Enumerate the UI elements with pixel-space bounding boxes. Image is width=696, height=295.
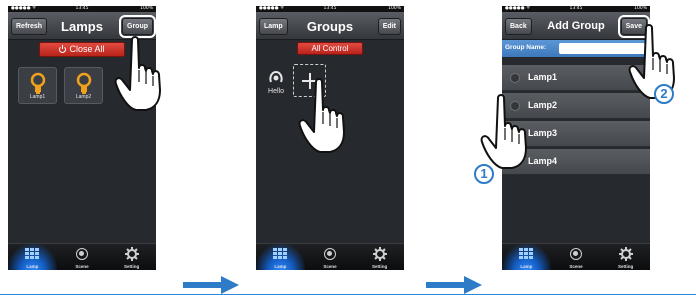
tab-label: Setting (123, 264, 140, 269)
close-all-label: Close All (69, 44, 105, 54)
group-button[interactable]: Group (119, 15, 156, 38)
nav-bar: Lamp Groups Edit (256, 12, 404, 40)
gear-icon (125, 247, 139, 261)
lamp-row-label: Lamp1 (528, 72, 558, 82)
tab-bar: Lamp Scene Setting (256, 243, 404, 270)
power-icon (59, 44, 67, 53)
gear-icon (373, 247, 387, 261)
tab-lamp[interactable]: Lamp (8, 244, 57, 270)
hand-pointer-icon (112, 34, 184, 114)
tab-label: Scene (323, 264, 337, 269)
scene-icon (75, 248, 88, 260)
tab-label: Lamp (274, 264, 287, 269)
grid-icon (273, 248, 288, 260)
lamp-tile[interactable]: Lamp1 (18, 67, 57, 104)
grid-icon (25, 248, 40, 260)
tab-label: Setting (617, 264, 634, 269)
tab-scene[interactable]: Scene (552, 244, 601, 270)
gear-icon (619, 247, 633, 261)
tab-label: Scene (75, 264, 89, 269)
group-tile[interactable]: Hello (260, 66, 292, 98)
scene-icon (323, 248, 336, 260)
grid-icon (519, 248, 534, 260)
tab-lamp[interactable]: Lamp (502, 244, 551, 270)
tab-setting[interactable]: Setting (355, 244, 404, 270)
tab-bar: Lamp Scene Setting (502, 243, 650, 270)
hand-pointer-icon (296, 76, 368, 156)
group-name-label: Group Name: (505, 44, 547, 51)
edit-button[interactable]: Edit (377, 18, 401, 35)
tab-bar: Lamp Scene Setting (8, 243, 156, 270)
group-icon (269, 71, 283, 83)
step-2-badge: 2 (654, 84, 674, 104)
scene-icon (569, 248, 582, 260)
bulb-icon (75, 72, 93, 96)
lamp-tile-label: Lamp1 (29, 94, 46, 100)
arrow-right-icon (183, 276, 239, 294)
tab-scene[interactable]: Scene (306, 244, 355, 270)
tab-setting[interactable]: Setting (107, 244, 156, 270)
arrow-right-icon (426, 276, 482, 294)
all-control-button[interactable]: All Control (297, 42, 363, 55)
select-radio[interactable] (510, 73, 520, 83)
lamp-tile-label: Lamp2 (75, 94, 92, 100)
group-tile-label: Hello (268, 88, 284, 95)
tab-scene[interactable]: Scene (58, 244, 107, 270)
step-1-badge: 1 (474, 164, 494, 184)
tab-label: Setting (371, 264, 388, 269)
lamp-tile[interactable]: Lamp2 (64, 67, 103, 104)
tab-lamp[interactable]: Lamp (256, 244, 305, 270)
tab-label: Scene (569, 264, 583, 269)
tab-label: Lamp (26, 264, 39, 269)
bulb-icon (29, 72, 47, 96)
hand-pointer-icon (478, 92, 550, 172)
tab-label: Lamp (520, 264, 533, 269)
tab-setting[interactable]: Setting (601, 244, 650, 270)
